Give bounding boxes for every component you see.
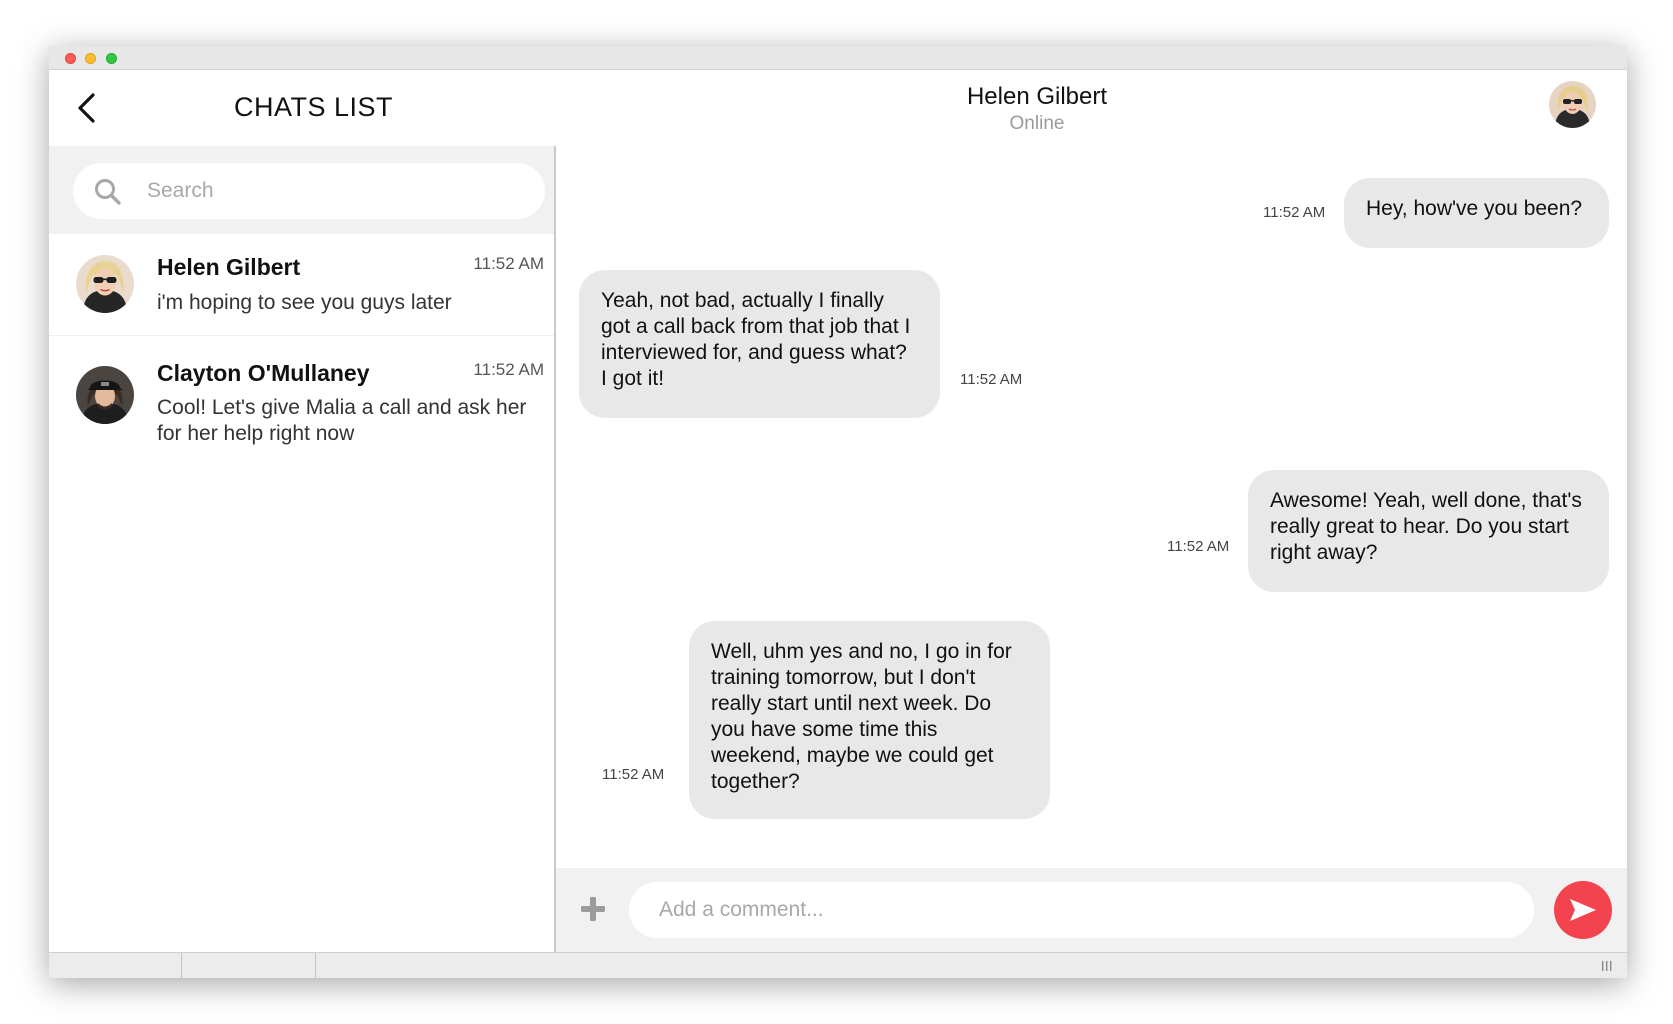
comment-input[interactable] xyxy=(657,882,1517,938)
chat-preview: i'm hoping to see you guys later xyxy=(157,291,452,314)
send-button[interactable] xyxy=(1554,881,1612,939)
search-input[interactable] xyxy=(145,163,525,219)
chat-contact-name: Helen Gilbert xyxy=(157,254,301,280)
chat-timestamp: 11:52 AM xyxy=(473,254,544,273)
avatar xyxy=(76,255,134,313)
message-bubble-incoming: Well, uhm yes and no, I go in for traini… xyxy=(689,621,1050,819)
message-timestamp: 11:52 AM xyxy=(602,766,665,783)
message-timestamp: 11:52 AM xyxy=(1167,538,1230,555)
close-window-button[interactable] xyxy=(65,53,76,64)
contact-name: Helen Gilbert xyxy=(966,83,1108,110)
chat-timestamp: 11:52 AM xyxy=(473,360,544,379)
message-composer xyxy=(556,868,1627,952)
maximize-window-button[interactable] xyxy=(106,53,117,64)
plus-icon[interactable] xyxy=(578,894,608,924)
avatar-image xyxy=(1549,81,1596,128)
comment-box[interactable] xyxy=(629,882,1534,938)
status-bar-segment xyxy=(49,953,182,978)
message-bubble-outgoing: Hey, how've you been? xyxy=(1344,178,1609,248)
chevron-left-icon xyxy=(78,93,95,123)
message-thread: 11:52 AM Hey, how've you been? Yeah, not… xyxy=(556,146,1627,868)
search-box[interactable] xyxy=(73,163,545,219)
send-icon xyxy=(1570,899,1596,921)
chat-list-item[interactable]: Clayton O'Mullaney 11:52 AM Cool! Let's … xyxy=(49,336,554,448)
chat-list-panel: Helen Gilbert 11:52 AM i'm hoping to see… xyxy=(49,146,556,952)
contact-status: Online xyxy=(1009,113,1065,134)
chat-preview: Cool! Let's give Malia a call and ask he… xyxy=(157,396,527,445)
app-window: CHATS LIST Helen Gilbert Online Search H… xyxy=(49,46,1627,978)
message-timestamp: 11:52 AM xyxy=(960,371,1023,388)
title-bar xyxy=(49,46,1627,70)
avatar-image xyxy=(76,255,134,313)
chat-contact-name: Clayton O'Mullaney xyxy=(157,360,370,386)
message-bubble-outgoing: Awesome! Yeah, well done, that's really … xyxy=(1248,470,1609,592)
avatar xyxy=(76,366,134,424)
message-timestamp: 11:52 AM xyxy=(1263,204,1326,221)
resize-grip-icon[interactable] xyxy=(1601,959,1613,973)
contact-avatar[interactable] xyxy=(1549,81,1596,128)
chat-list-item[interactable]: Helen Gilbert 11:52 AM i'm hoping to see… xyxy=(49,234,554,336)
search-icon xyxy=(95,179,121,205)
page-title: CHATS LIST xyxy=(234,92,394,122)
message-bubble-incoming: Yeah, not bad, actually I finally got a … xyxy=(579,270,940,418)
status-bar-segment xyxy=(182,953,316,978)
avatar-image xyxy=(76,366,134,424)
back-button[interactable] xyxy=(67,88,107,128)
status-bar xyxy=(49,952,1627,978)
search-area xyxy=(49,146,554,234)
minimize-window-button[interactable] xyxy=(85,53,96,64)
